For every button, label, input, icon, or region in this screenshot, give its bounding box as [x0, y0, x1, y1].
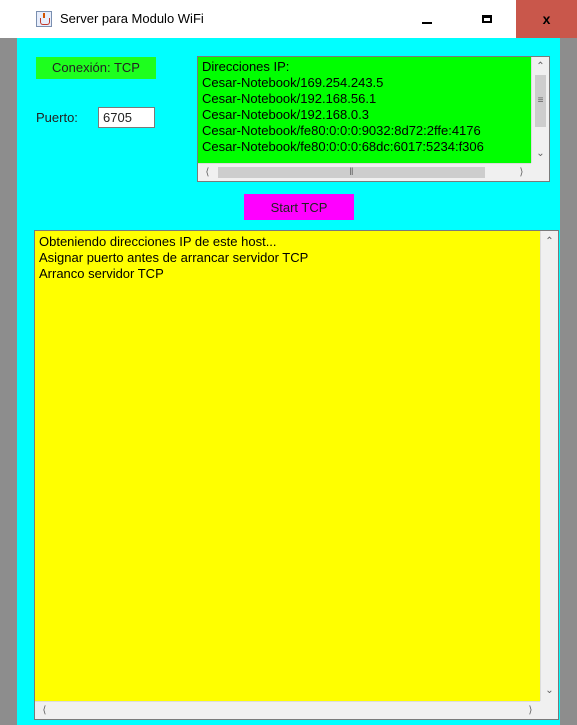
log-text[interactable]: Obteniendo direcciones IP de este host..…: [35, 231, 540, 701]
minimize-icon: [422, 22, 432, 24]
scroll-corner: [531, 163, 549, 181]
maximize-icon: [482, 15, 492, 23]
scroll-right-icon[interactable]: ⟩: [522, 702, 539, 719]
ip-line: Direcciones IP:: [202, 59, 290, 74]
log-line: Arranco servidor TCP: [39, 266, 164, 281]
log-vertical-scrollbar[interactable]: ⌃ ⌄: [540, 231, 558, 701]
ip-line: Cesar-Notebook/192.168.0.3: [202, 107, 369, 122]
ip-line: Cesar-Notebook/fe80:0:0:0:68dc:6017:5234…: [202, 139, 484, 154]
close-icon: x: [542, 11, 551, 27]
ip-addresses-text[interactable]: Direcciones IP: Cesar-Notebook/169.254.2…: [198, 57, 531, 163]
ip-vertical-scrollbar[interactable]: ⌃ ≡ ⌄: [531, 57, 549, 163]
scroll-right-icon[interactable]: ⟩: [513, 164, 530, 181]
ip-line: Cesar-Notebook/169.254.243.5: [202, 75, 384, 90]
title-bar[interactable]: Server para Modulo WiFi x: [0, 0, 577, 38]
close-button[interactable]: x: [516, 0, 577, 38]
grip-icon: ‖: [349, 167, 354, 178]
connection-status-label: Conexión: TCP: [36, 57, 156, 79]
ip-addresses-panel[interactable]: Direcciones IP: Cesar-Notebook/169.254.2…: [197, 56, 550, 182]
port-label: Puerto:: [36, 110, 78, 125]
minimize-button[interactable]: [398, 0, 456, 38]
ip-line: Cesar-Notebook/192.168.56.1: [202, 91, 377, 106]
grip-icon: ≡: [537, 95, 544, 106]
ip-horizontal-scrollbar[interactable]: ⟨ ‖ ⟩: [198, 163, 531, 181]
scroll-left-icon[interactable]: ⟨: [36, 702, 53, 719]
log-line: Asignar puerto antes de arrancar servido…: [39, 250, 309, 265]
java-icon: [36, 11, 52, 27]
scroll-left-icon[interactable]: ⟨: [199, 164, 216, 181]
scroll-down-icon[interactable]: ⌄: [532, 145, 549, 162]
log-panel[interactable]: Obteniendo direcciones IP de este host..…: [34, 230, 559, 720]
scroll-up-icon[interactable]: ⌃: [532, 58, 549, 75]
port-input[interactable]: [98, 107, 155, 128]
app-window: Server para Modulo WiFi x Conexión: TCP …: [0, 0, 577, 725]
log-line: Obteniendo direcciones IP de este host..…: [39, 234, 277, 249]
scroll-up-icon[interactable]: ⌃: [541, 233, 558, 250]
start-tcp-button[interactable]: Start TCP: [244, 194, 354, 220]
client-area: Conexión: TCP Puerto: Direcciones IP: Ce…: [17, 38, 560, 725]
window-title: Server para Modulo WiFi: [60, 11, 204, 26]
scroll-down-icon[interactable]: ⌄: [541, 682, 558, 699]
log-horizontal-scrollbar[interactable]: ⟨ ⟩: [35, 701, 540, 719]
scroll-corner: [540, 701, 558, 719]
ip-line: Cesar-Notebook/fe80:0:0:0:9032:8d72:2ffe…: [202, 123, 481, 138]
maximize-button[interactable]: [458, 0, 516, 38]
